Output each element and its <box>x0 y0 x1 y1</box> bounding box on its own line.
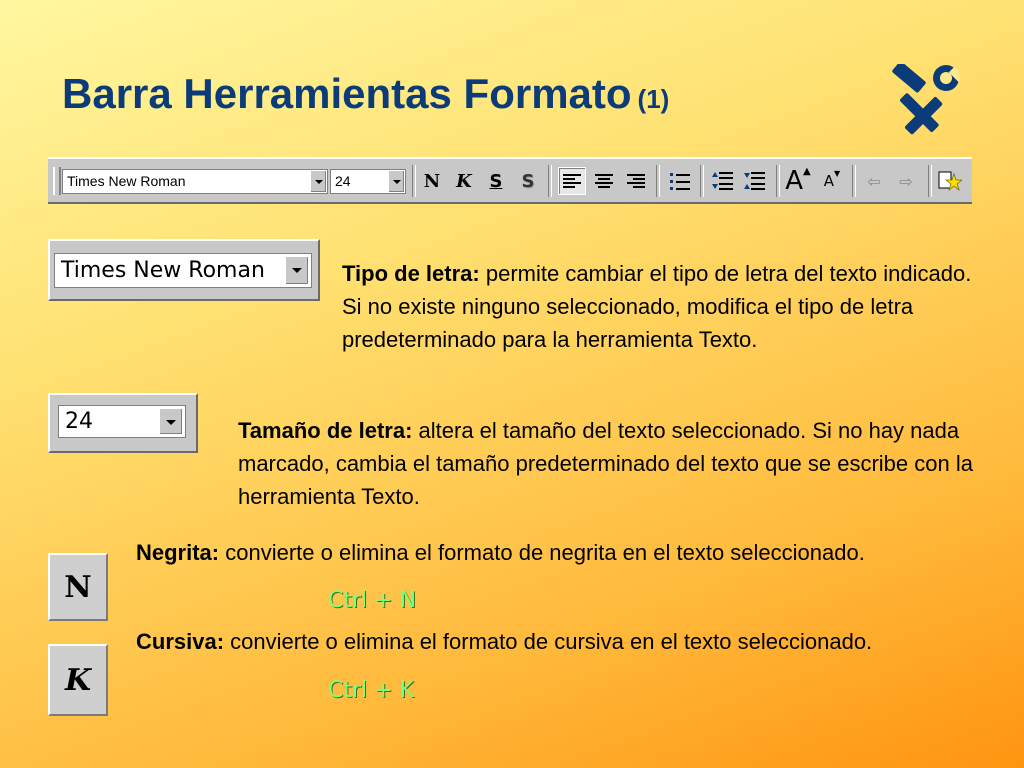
formatting-toolbar: Times New Roman 24 N K S S A ▲ A ▼ ⇦ ⇨ <box>48 157 972 204</box>
increase-spacing-button[interactable] <box>708 167 736 195</box>
font-type-widget: Times New Roman <box>48 239 320 301</box>
font-type-label: Tipo de letra: <box>342 261 480 286</box>
toolbar-size-combo[interactable]: 24 <box>330 169 406 194</box>
toolbar-separator <box>700 165 704 197</box>
bullets-icon <box>670 173 690 190</box>
chevron-down-icon[interactable] <box>310 171 326 192</box>
decrease-spacing-icon <box>744 172 765 190</box>
font-size-description: Tamaño de letra: altera el tamaño del te… <box>238 414 978 513</box>
toolbar-separator <box>548 165 552 197</box>
align-center-button[interactable] <box>590 167 618 195</box>
decrease-spacing-button[interactable] <box>740 167 768 195</box>
increase-font-glyph: A <box>785 166 804 196</box>
bold-shortcut: Ctrl + N <box>328 588 417 613</box>
arrow-down-icon: ▼ <box>834 168 841 178</box>
bold-glyph: N <box>64 569 92 605</box>
font-type-combo[interactable]: Times New Roman <box>54 253 312 288</box>
bold-description: Negrita: convierte o elimina el formato … <box>136 536 936 569</box>
arrow-right-icon: ⇨ <box>899 171 913 191</box>
demote-button[interactable]: ⇨ <box>892 167 920 195</box>
toolbar-size-value: 24 <box>335 173 351 189</box>
italic-glyph: K <box>64 662 92 698</box>
decrease-font-button[interactable]: A ▼ <box>818 167 846 195</box>
bold-button[interactable]: N <box>418 167 446 195</box>
align-right-button[interactable] <box>622 167 650 195</box>
toolbar-font-combo[interactable]: Times New Roman <box>62 169 328 194</box>
font-size-widget: 24 <box>48 393 198 453</box>
arrow-left-icon: ⇦ <box>867 171 881 191</box>
slide-title-suffix: (1) <box>637 84 670 114</box>
bold-button-large[interactable]: N <box>48 553 108 621</box>
align-right-icon <box>627 174 645 188</box>
chevron-down-icon[interactable] <box>285 256 309 285</box>
italic-button[interactable]: K <box>450 167 478 195</box>
align-center-icon <box>595 174 613 188</box>
font-size-label: Tamaño de letra: <box>238 418 413 443</box>
align-left-icon <box>563 174 581 188</box>
chevron-down-icon[interactable] <box>388 171 404 192</box>
shadow-button[interactable]: S <box>514 167 542 195</box>
arrow-up-icon: ▲ <box>803 165 811 177</box>
tools-icon <box>892 64 960 135</box>
italic-description: Cursiva: convierte o elimina el formato … <box>136 625 936 658</box>
align-left-button[interactable] <box>558 167 586 195</box>
star-icon <box>938 171 962 192</box>
toolbar-separator <box>776 165 780 197</box>
toolbar-separator <box>412 165 416 197</box>
font-size-combo[interactable]: 24 <box>58 405 186 438</box>
italic-button-large[interactable]: K <box>48 644 108 716</box>
toolbar-separator <box>656 165 660 197</box>
toolbar-separator <box>928 165 932 197</box>
bold-label: Negrita: <box>136 540 220 565</box>
italic-label: Cursiva: <box>136 629 225 654</box>
increase-spacing-icon <box>712 172 733 190</box>
underline-button[interactable]: S <box>482 167 510 195</box>
promote-button[interactable]: ⇦ <box>860 167 888 195</box>
slide-title-text: Barra Herramientas Formato <box>62 70 632 117</box>
toolbar-separator <box>852 165 856 197</box>
toolbar-grip[interactable] <box>53 167 61 195</box>
italic-shortcut: Ctrl + K <box>328 678 414 703</box>
chevron-down-icon[interactable] <box>159 408 183 435</box>
animation-effects-button[interactable] <box>936 167 964 195</box>
toolbar-font-value: Times New Roman <box>67 173 186 189</box>
bullets-button[interactable] <box>666 167 694 195</box>
italic-text: convierte o elimina el formato de cursiv… <box>224 629 873 654</box>
bold-text: convierte o elimina el formato de negrit… <box>219 540 865 565</box>
decrease-font-glyph: A <box>823 172 835 190</box>
font-type-combo-value: Times New Roman <box>61 258 265 283</box>
increase-font-button[interactable]: A ▲ <box>784 165 812 197</box>
font-size-combo-value: 24 <box>65 409 93 434</box>
font-type-description: Tipo de letra: permite cambiar el tipo d… <box>342 257 982 356</box>
slide-title: Barra Herramientas Formato (1) <box>62 70 669 118</box>
